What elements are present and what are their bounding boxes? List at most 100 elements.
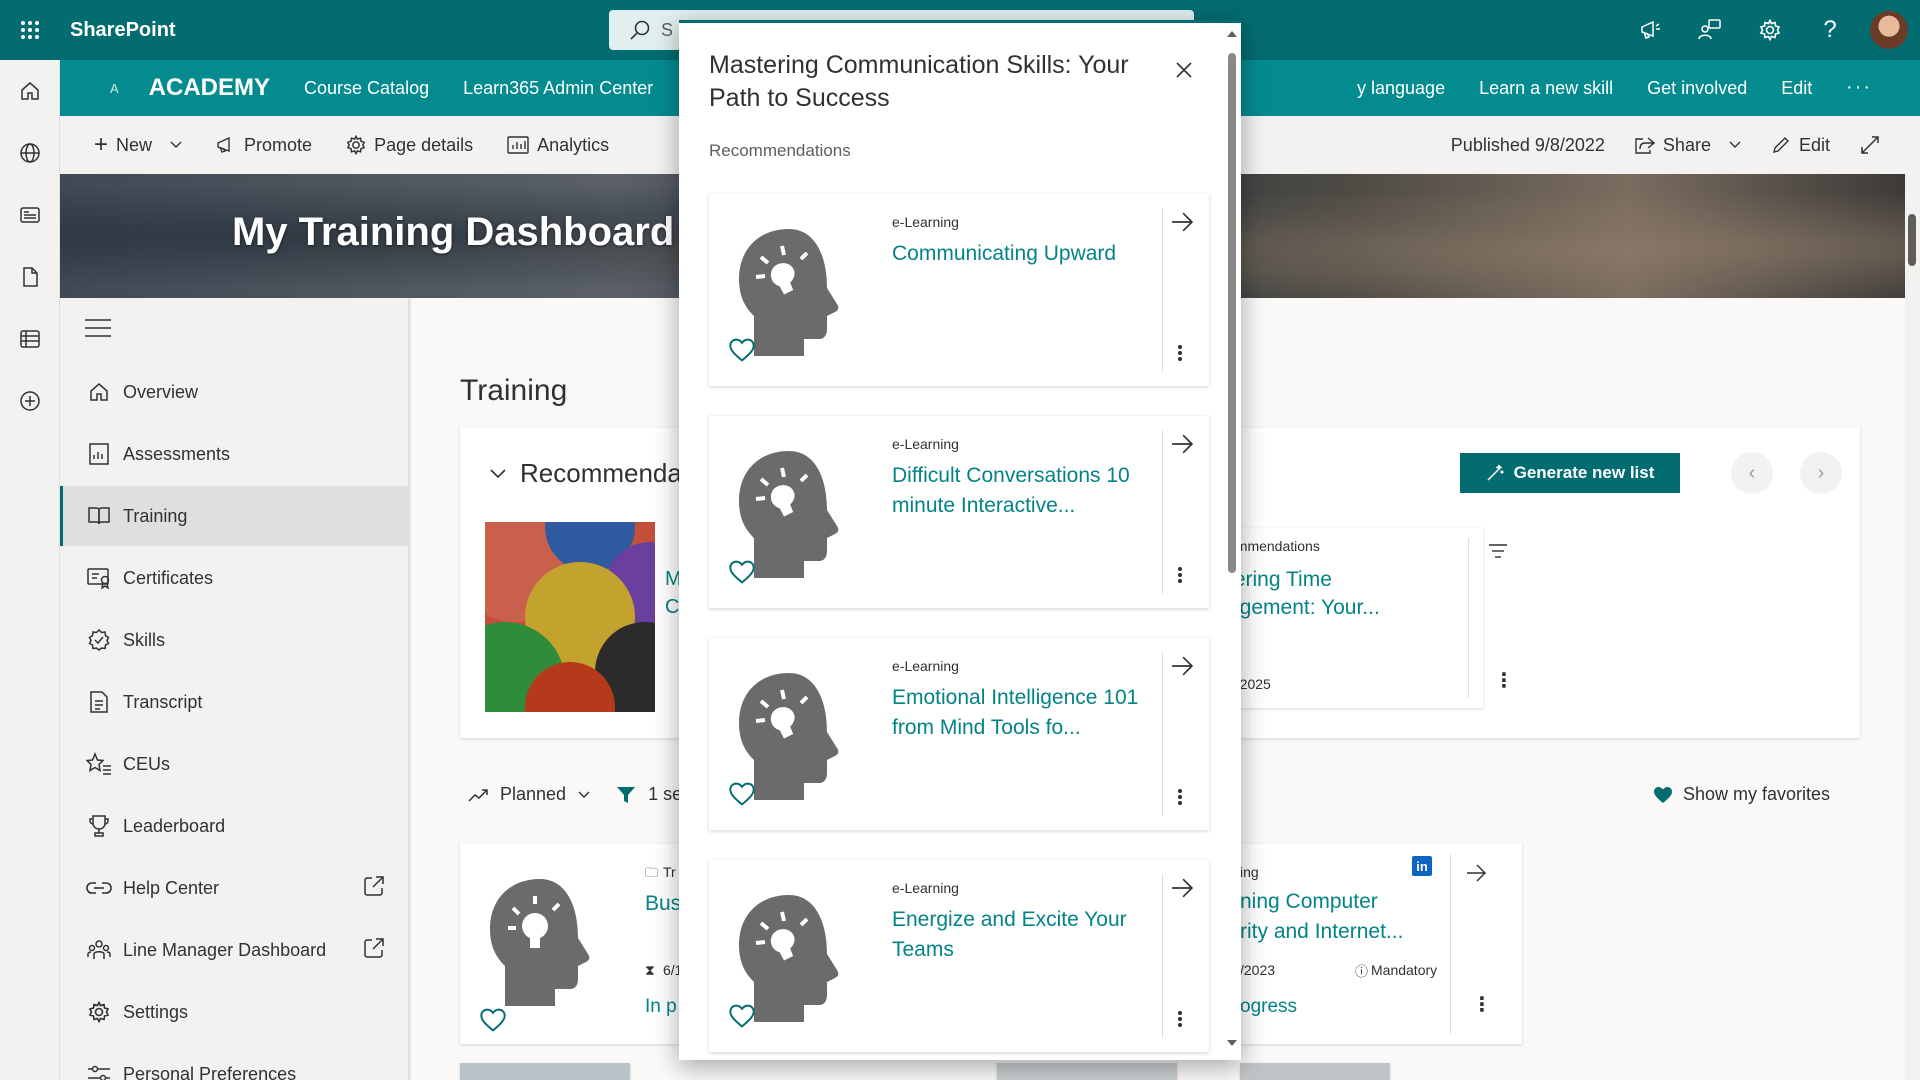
course-title[interactable]: Energize and Excite Your Teams <box>892 905 1152 965</box>
course-artwork <box>485 522 655 712</box>
next-button[interactable]: › <box>1800 452 1842 494</box>
more-options-icon[interactable] <box>1177 344 1183 362</box>
course-title[interactable]: Difficult Conversations 10 minute Intera… <box>892 461 1152 521</box>
close-button[interactable] <box>1169 55 1199 85</box>
linkedin-icon: in <box>1412 856 1432 876</box>
analytics-button[interactable]: Analytics <box>507 135 609 156</box>
hourglass-icon: ⧗ <box>645 962 655 978</box>
arrow-right-icon[interactable] <box>1171 212 1193 232</box>
recommendation-card[interactable]: e-Learning Difficult Conversations 10 mi… <box>709 416 1209 608</box>
recommendations-header[interactable]: Recommenda <box>490 458 682 489</box>
course-title[interactable]: Communicating Upward <box>892 239 1152 269</box>
app-name[interactable]: SharePoint <box>70 19 176 42</box>
nav-item-certificates[interactable]: Certificates <box>60 548 410 608</box>
hub-link-learn-skill[interactable]: Learn a new skill <box>1479 78 1613 99</box>
filter-icon[interactable] <box>616 785 636 805</box>
nav-item-leaderboard[interactable]: Leaderboard <box>60 796 410 856</box>
feedback-icon[interactable] <box>1680 0 1740 60</box>
file-icon[interactable] <box>0 246 60 308</box>
recommendation-card[interactable]: e-Learning Emotional Intelligence 101 fr… <box>709 638 1209 830</box>
filter-lines-icon[interactable] <box>1468 538 1469 698</box>
course-title[interactable]: Bus <box>645 892 681 916</box>
scroll-up-icon[interactable] <box>1227 31 1237 37</box>
page-scrollbar[interactable] <box>1905 174 1920 1080</box>
dialog-scroll-thumb[interactable] <box>1228 53 1236 573</box>
app-bar <box>0 60 60 1080</box>
nav-item-assessments[interactable]: Assessments <box>60 424 410 484</box>
page-details-button[interactable]: Page details <box>346 135 473 156</box>
home-icon[interactable] <box>0 60 60 122</box>
app-launcher-icon[interactable] <box>0 0 60 60</box>
hub-link-language[interactable]: y language <box>1357 78 1445 99</box>
card-divider <box>1450 854 1451 1034</box>
filter-lines-icon[interactable] <box>1488 543 1508 559</box>
recommendation-card[interactable]: e-Learning Communicating Upward <box>709 194 1209 386</box>
megaphone-icon[interactable] <box>1620 0 1680 60</box>
more-options-icon[interactable] <box>1177 788 1183 806</box>
course-title[interactable]: agement: Your... <box>1228 596 1380 620</box>
course-title[interactable]: rity and Internet... <box>1240 920 1403 944</box>
arrow-right-icon[interactable] <box>1466 864 1486 882</box>
more-options-icon[interactable] <box>1177 566 1183 584</box>
hub-logo[interactable]: A <box>110 81 119 96</box>
arrow-right-icon[interactable] <box>1171 656 1193 676</box>
heart-icon[interactable] <box>729 338 755 362</box>
course-title[interactable]: Emotional Intelligence 101 from Mind Too… <box>892 683 1152 743</box>
news-icon[interactable] <box>0 184 60 246</box>
heart-icon[interactable] <box>480 1008 506 1032</box>
hub-link-course-catalog[interactable]: Course Catalog <box>304 78 429 99</box>
settings-gear-icon[interactable] <box>1740 0 1800 60</box>
generate-new-list-button[interactable]: Generate new list <box>1460 453 1680 493</box>
more-options-icon[interactable]: ⋮ <box>1494 668 1514 693</box>
nav-item-training[interactable]: Training <box>60 486 410 546</box>
previous-button[interactable]: ‹ <box>1731 452 1773 494</box>
globe-icon[interactable] <box>0 122 60 184</box>
nav-item-skills[interactable]: Skills <box>60 610 410 670</box>
hamburger-icon[interactable] <box>85 318 111 343</box>
help-icon[interactable]: ? <box>1800 0 1860 60</box>
arrow-right-icon[interactable] <box>1171 434 1193 454</box>
nav-item-help-center[interactable]: Help Center <box>60 858 410 918</box>
edit-button[interactable]: Edit <box>1771 135 1830 156</box>
promote-button[interactable]: Promote <box>216 135 312 156</box>
chevron-down-icon[interactable] <box>578 791 590 799</box>
add-circle-icon[interactable] <box>0 370 60 432</box>
recommendation-card[interactable]: e-Learning Energize and Excite Your Team… <box>709 860 1209 1052</box>
trophy-icon <box>85 814 113 838</box>
avatar[interactable] <box>1870 11 1908 49</box>
page-title: My Training Dashboard <box>232 210 675 254</box>
close-icon <box>1176 62 1192 78</box>
share-button[interactable]: Share <box>1635 135 1741 156</box>
heart-icon[interactable] <box>729 782 755 806</box>
hub-link-get-involved[interactable]: Get involved <box>1647 78 1747 99</box>
nav-item-line-manager-dashboard[interactable]: Line Manager Dashboard <box>60 920 410 980</box>
nav-item-ceus[interactable]: CEUs <box>60 734 410 794</box>
card-divider <box>1162 652 1163 816</box>
nav-item-settings[interactable]: Settings <box>60 982 410 1042</box>
show-favorites-toggle[interactable]: Show my favorites <box>1653 784 1830 805</box>
more-options-icon[interactable]: ⋮ <box>1472 992 1492 1017</box>
filters-bar: Planned 1 sele <box>468 784 696 805</box>
course-card[interactable]: ommendations tering Time agement: Your..… <box>1228 528 1483 708</box>
more-options-icon[interactable] <box>1177 1010 1183 1028</box>
course-card[interactable]: ing in ning Computer rity and Internet..… <box>1240 844 1522 1044</box>
scroll-down-icon[interactable] <box>1227 1040 1237 1046</box>
hub-title[interactable]: ACADEMY <box>149 74 270 102</box>
more-icon[interactable]: ··· <box>1846 76 1872 99</box>
nav-item-personal-preferences[interactable]: Personal Preferences <box>60 1044 410 1080</box>
arrow-right-icon[interactable] <box>1171 878 1193 898</box>
course-title[interactable]: tering Time <box>1228 568 1332 592</box>
planned-filter[interactable]: Planned <box>500 784 566 805</box>
nav-item-overview[interactable]: Overview <box>60 362 410 422</box>
heart-icon[interactable] <box>729 560 755 584</box>
dialog-scrollbar[interactable] <box>1224 23 1241 1060</box>
expand-button[interactable] <box>1860 135 1880 155</box>
new-button[interactable]: + New <box>94 131 182 159</box>
page-scroll-thumb[interactable] <box>1908 214 1916 266</box>
hub-link-admin-center[interactable]: Learn365 Admin Center <box>463 78 653 99</box>
course-title[interactable]: ning Computer <box>1240 890 1378 914</box>
list-icon[interactable] <box>0 308 60 370</box>
heart-icon[interactable] <box>729 1004 755 1028</box>
nav-item-transcript[interactable]: Transcript <box>60 672 410 732</box>
hub-link-edit[interactable]: Edit <box>1781 78 1812 99</box>
